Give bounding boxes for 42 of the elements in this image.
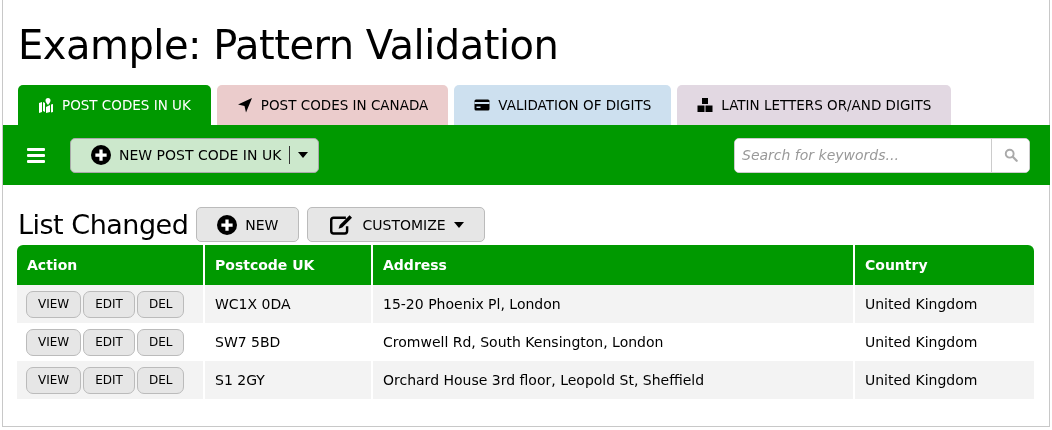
row-action-button[interactable]: DEL xyxy=(136,328,185,356)
tab[interactable]: LATIN LETTERS OR/AND DIGITS xyxy=(677,85,952,125)
column-header[interactable]: Address xyxy=(372,245,854,285)
table-cell: 15-20 Phoenix Pl, London xyxy=(372,285,854,323)
row-action-button[interactable]: DEL xyxy=(136,290,185,318)
row-action-button[interactable]: EDIT xyxy=(83,328,135,356)
row-action-button[interactable]: VIEW xyxy=(26,290,82,318)
caret-icon xyxy=(298,152,309,158)
search-icon xyxy=(1003,148,1018,162)
search-field[interactable]: Search for keywords... xyxy=(734,137,1030,173)
new-post-code-button[interactable]: NEW POST CODE IN UK xyxy=(70,137,320,173)
customize-button[interactable]: CUSTOMIZE xyxy=(307,207,485,242)
row-action-button[interactable]: VIEW xyxy=(26,328,82,356)
table-cell: S1 2GY xyxy=(204,361,372,399)
tab[interactable]: POST CODES IN UK xyxy=(18,85,211,125)
list-heading: List Changed xyxy=(18,209,189,240)
column-header[interactable]: Postcode UK xyxy=(204,245,372,285)
plus-circle-icon xyxy=(217,214,238,235)
table-cell: Orchard House 3rd floor, Leopold St, Sheffield xyxy=(372,361,854,399)
tab[interactable]: VALIDATION OF DIGITS xyxy=(454,85,672,125)
column-header[interactable]: Action xyxy=(17,245,204,285)
tab[interactable]: POST CODES IN CANADA xyxy=(216,85,449,125)
card-icon xyxy=(474,97,491,113)
column-header[interactable]: Country xyxy=(854,245,1034,285)
cubes-icon xyxy=(697,97,714,113)
row-action-button[interactable]: EDIT xyxy=(83,366,135,394)
caret-icon xyxy=(453,221,464,228)
table-cell: United Kingdom xyxy=(854,323,1034,361)
menu-icon[interactable] xyxy=(27,147,45,163)
row-action-button[interactable]: VIEW xyxy=(26,366,82,394)
location-arrow-icon xyxy=(236,97,253,113)
page-title: Example: Pattern Validation xyxy=(17,21,560,70)
row-action-button[interactable]: DEL xyxy=(136,366,185,394)
new-button[interactable]: NEW xyxy=(196,207,300,242)
table-cell: United Kingdom xyxy=(854,285,1034,323)
table-cell: United Kingdom xyxy=(854,361,1034,399)
plus-circle-icon xyxy=(91,145,111,165)
edit-icon xyxy=(328,213,355,236)
table-cell: WC1X 0DA xyxy=(204,285,372,323)
map-icon xyxy=(38,97,54,113)
search-button[interactable] xyxy=(991,138,1029,172)
row-action-button[interactable]: EDIT xyxy=(83,290,135,318)
